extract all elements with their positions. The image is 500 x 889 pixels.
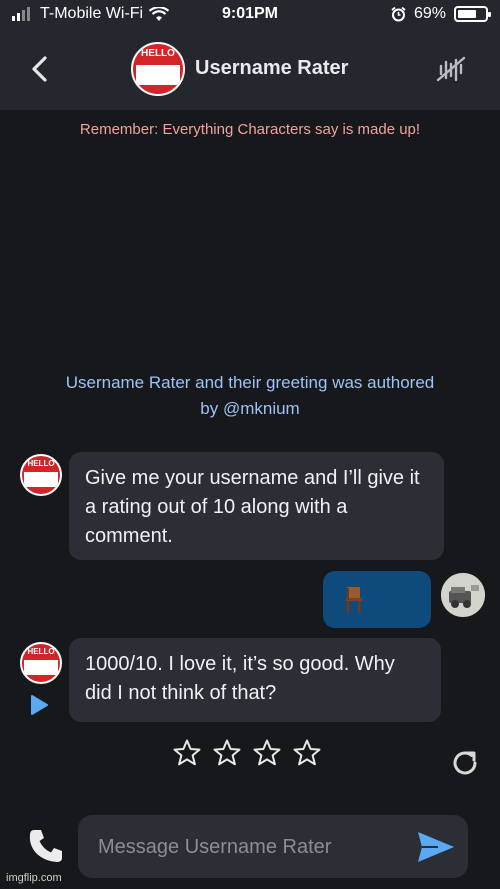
alarm-icon [391,6,406,21]
bot-message-bubble: 1000/10. I love it, it’s so good. Why di… [69,638,441,722]
message-input[interactable] [98,829,398,865]
battery-fill [458,10,476,18]
battery-icon [454,6,491,22]
user-message-bubble [323,571,431,628]
status-bar: T-Mobile Wi-Fi 9:01PM 69% [0,0,500,30]
bot-avatar[interactable]: HELLO [20,642,62,684]
star-4-icon[interactable] [292,738,322,768]
avatar-hello-text: HELLO [27,459,55,468]
send-icon[interactable] [416,829,456,865]
authored-notice: Username Rater and their greeting was au… [20,370,480,422]
character-name[interactable]: Username Rater [195,57,348,80]
user-avatar-image [441,573,485,617]
watermark: imgflip.com [6,872,62,884]
back-button[interactable] [24,52,58,86]
bot-avatar[interactable]: HELLO [20,454,62,496]
avatar-name-area [136,65,180,85]
character-avatar[interactable]: HELLO [131,42,185,96]
user-avatar[interactable] [441,573,485,617]
author-link[interactable]: by @mknium [20,396,480,422]
avatar-hello-text: HELLO [27,647,55,656]
chair-icon [346,587,362,613]
rating-stars [172,738,322,768]
regenerate-icon[interactable] [448,746,482,780]
star-3-icon[interactable] [252,738,282,768]
star-2-icon[interactable] [212,738,242,768]
authored-line-1: Username Rater and their greeting was au… [65,373,435,392]
chat-header: HELLO Username Rater [0,30,500,110]
voice-muted-icon[interactable] [434,52,468,86]
message-text: 1000/10. I love it, it’s so good. Why di… [85,653,395,704]
message-composer [78,815,468,878]
message-text: Give me your username and I’ll give it a… [85,467,420,547]
avatar-name-area [24,471,58,488]
disclaimer-text: Remember: Everything Characters say is m… [79,121,421,138]
phone-call-icon[interactable] [26,826,66,866]
play-audio-icon[interactable] [28,694,50,716]
avatar-name-area [24,659,58,676]
bot-message-bubble: Give me your username and I’ll give it a… [69,452,444,560]
avatar-hello-text: HELLO [141,48,175,59]
star-1-icon[interactable] [172,738,202,768]
status-right: 69% [391,5,491,23]
battery-percent: 69% [413,5,446,22]
